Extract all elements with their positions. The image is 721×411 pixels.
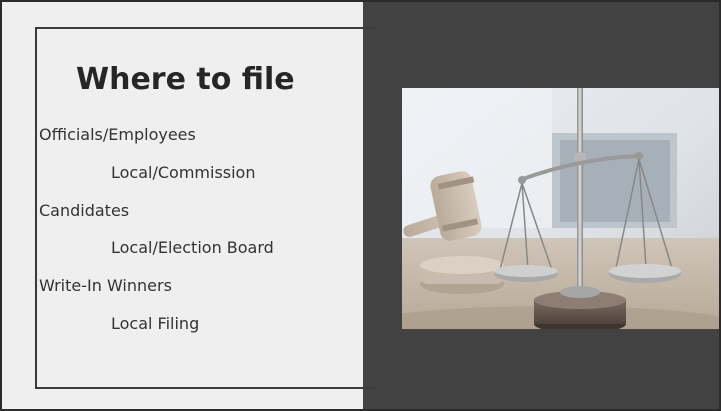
laptop-display bbox=[560, 140, 670, 222]
list-item-local-election-board: Local/Election Board bbox=[111, 238, 274, 257]
list-item-officials-employees: Officials/Employees bbox=[39, 125, 196, 144]
list-item-write-in-winners: Write-In Winners bbox=[39, 276, 172, 295]
justice-scales-photo bbox=[402, 88, 719, 329]
list-item-local-filing: Local Filing bbox=[111, 314, 200, 333]
slide-title: Where to file bbox=[76, 62, 295, 97]
list-item-candidates: Candidates bbox=[39, 201, 130, 220]
slide: Where to file Officials/Employees Local/… bbox=[0, 0, 721, 411]
list-item-local-commission: Local/Commission bbox=[111, 163, 256, 182]
